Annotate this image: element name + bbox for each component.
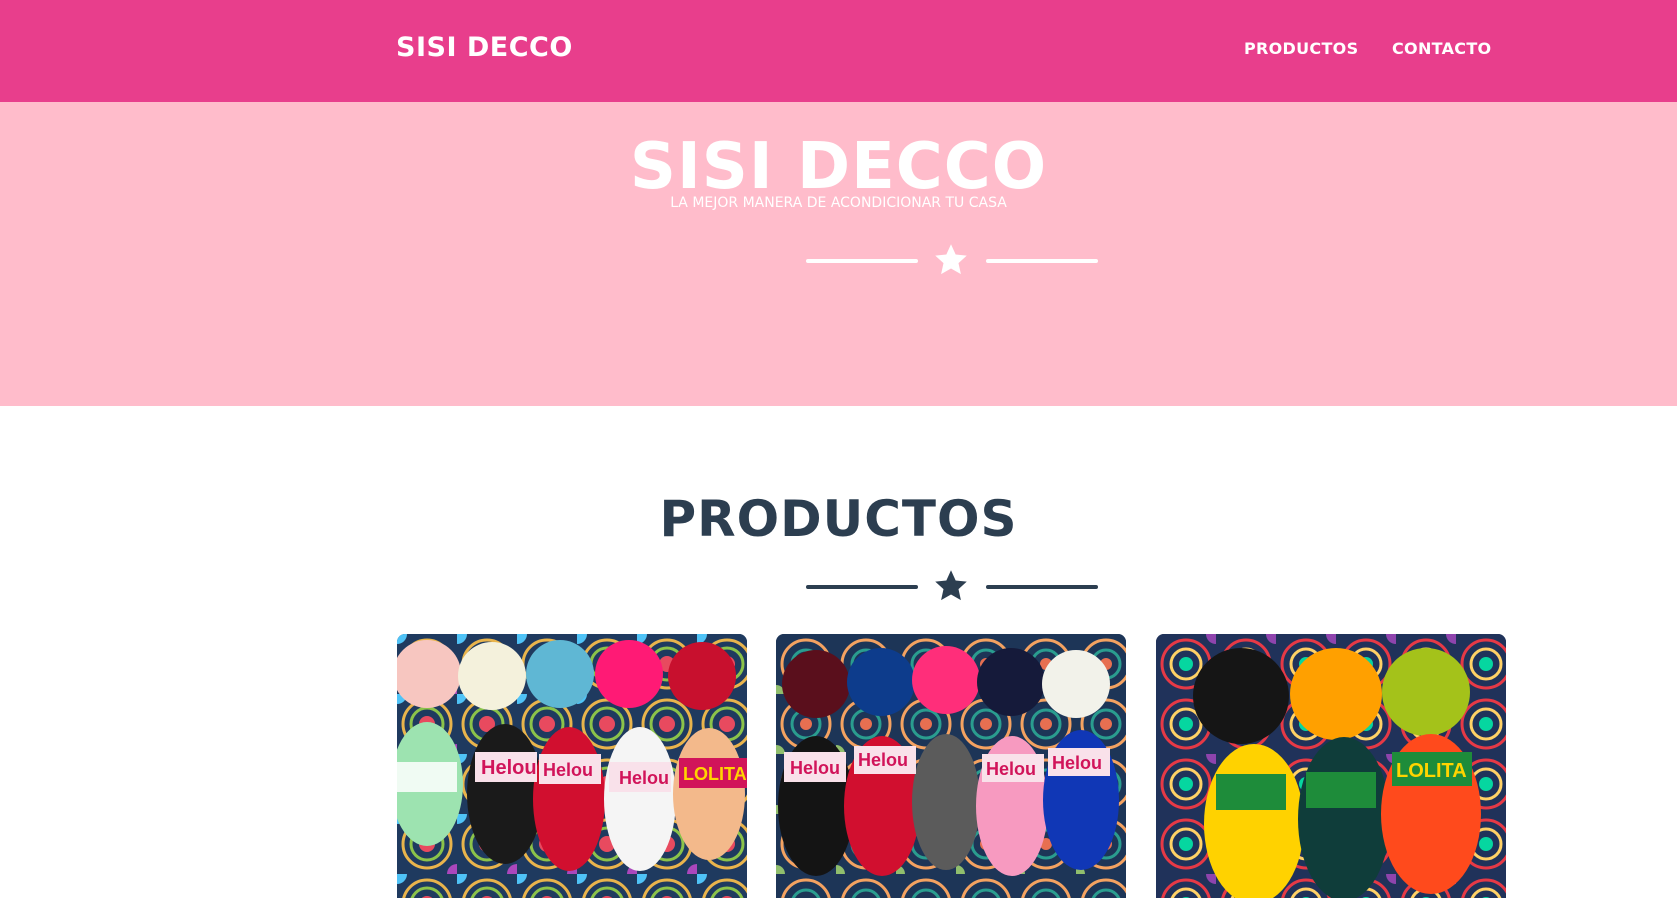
- divider-line-right: [986, 259, 1098, 263]
- hero-title: SISI DECCO: [629, 130, 1048, 204]
- hero-subtitle: LA MEJOR MANERA DE ACONDICIONAR TU CASA: [670, 195, 1007, 211]
- divider-line-right: [986, 585, 1098, 589]
- section-divider: [0, 568, 1677, 604]
- product-card[interactable]: Helou Helou Helou LOLITA: [397, 634, 747, 898]
- svg-text:Helou: Helou: [790, 758, 840, 778]
- product-card[interactable]: LOLITA: [1156, 634, 1506, 898]
- star-icon: [935, 570, 967, 601]
- hero-divider: [0, 242, 1677, 278]
- svg-text:Helou: Helou: [481, 757, 537, 779]
- masthead: SISI DECCO LA MEJOR MANERA DE ACONDICION…: [0, 102, 1677, 406]
- brand-link[interactable]: SISI DECCO: [396, 32, 573, 63]
- section-title: PRODUCTOS: [659, 490, 1018, 548]
- svg-text:Helou: Helou: [1052, 753, 1102, 773]
- navbar: SISI DECCO PRODUCTOS CONTACTO: [0, 0, 1677, 102]
- nav-link-productos[interactable]: PRODUCTOS: [1244, 39, 1358, 58]
- yarn-photo: Helou Helou Helou Helou: [776, 634, 1126, 898]
- svg-text:Helou: Helou: [858, 750, 908, 770]
- product-card[interactable]: Helou Helou Helou Helou: [776, 634, 1126, 898]
- nav-link-contacto[interactable]: CONTACTO: [1392, 39, 1491, 58]
- svg-text:Helou: Helou: [619, 768, 669, 788]
- divider-line-left: [806, 259, 918, 263]
- svg-text:Helou: Helou: [986, 759, 1036, 779]
- yarn-photo: Helou Helou Helou LOLITA: [397, 634, 747, 898]
- svg-text:LOLITA: LOLITA: [683, 764, 747, 784]
- star-icon: [935, 244, 967, 275]
- svg-text:LOLITA: LOLITA: [1396, 760, 1467, 782]
- yarn-photo: LOLITA: [1156, 634, 1506, 898]
- divider-line-left: [806, 585, 918, 589]
- svg-text:Helou: Helou: [543, 760, 593, 780]
